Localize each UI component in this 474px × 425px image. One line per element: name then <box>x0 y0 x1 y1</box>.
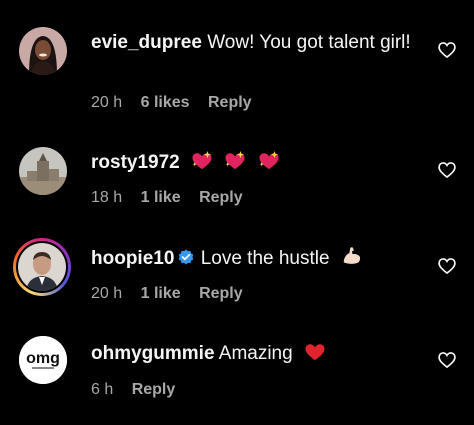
avatar-with-story-ring[interactable] <box>13 238 71 296</box>
reply-button[interactable]: Reply <box>132 381 176 398</box>
sparkling-heart-icon <box>258 151 280 180</box>
timestamp: 20 h <box>91 94 123 111</box>
comment-text: Amazing <box>218 343 293 364</box>
logo-text: omg <box>26 350 60 367</box>
omg-logo-icon: omg <box>19 336 67 384</box>
like-heart-icon[interactable] <box>437 160 457 180</box>
avatar[interactable] <box>19 147 67 195</box>
comment-meta: 20 h 1 like Reply <box>91 285 257 303</box>
comment-text: Love the hustle <box>200 248 330 269</box>
profile-photo-icon <box>19 147 67 195</box>
likes-count[interactable]: 1 like <box>141 189 181 206</box>
timestamp: 18 h <box>91 189 123 206</box>
timestamp: 20 h <box>91 285 123 302</box>
username[interactable]: ohmygummie <box>91 343 215 364</box>
comment-meta: 20 h 6 likes Reply <box>91 94 266 112</box>
avatar[interactable]: omg <box>19 336 67 384</box>
username[interactable]: rosty1972 <box>91 152 180 173</box>
like-heart-icon[interactable] <box>437 256 457 276</box>
like-heart-icon[interactable] <box>437 40 457 60</box>
timestamp: 6 h <box>91 381 114 398</box>
comment-body: ohmygummie Amazing <box>91 339 414 371</box>
profile-photo-icon <box>19 27 67 75</box>
red-heart-icon <box>304 342 326 371</box>
comment-body: rosty1972 <box>91 148 414 180</box>
likes-count[interactable]: 6 likes <box>141 94 190 111</box>
username[interactable]: hoopie10 <box>91 248 174 269</box>
comment-meta: 18 h 1 like Reply <box>91 189 257 207</box>
comment-meta: 6 h Reply <box>91 381 189 399</box>
comment-text: Wow! You got talent girl! <box>207 32 411 53</box>
reply-button[interactable]: Reply <box>199 189 243 206</box>
reply-button[interactable]: Reply <box>208 94 252 111</box>
username[interactable]: evie_dupree <box>91 32 202 53</box>
likes-count[interactable]: 1 like <box>141 285 181 302</box>
verified-badge-icon <box>179 249 194 265</box>
avatar[interactable] <box>19 27 67 75</box>
sparkling-heart-icon <box>224 151 246 180</box>
comment-body: hoopie10 Love the hustle <box>91 244 414 276</box>
profile-photo-icon <box>18 243 66 291</box>
comment-body: evie_dupree Wow! You got talent girl! <box>91 28 414 57</box>
avatar <box>16 241 68 293</box>
reply-button[interactable]: Reply <box>199 285 243 302</box>
flexed-biceps-icon <box>341 245 363 276</box>
sparkling-heart-icon <box>191 151 213 180</box>
like-heart-icon[interactable] <box>437 350 457 370</box>
